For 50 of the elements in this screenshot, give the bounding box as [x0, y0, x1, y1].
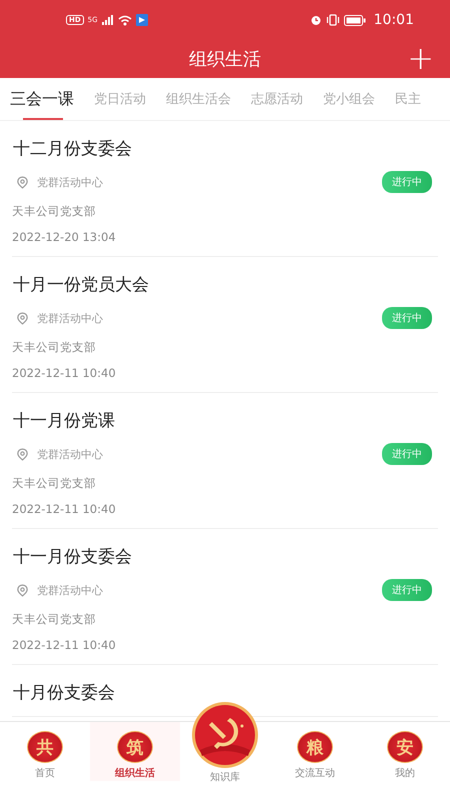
branch-name: 天丰公司党支部 — [12, 340, 96, 355]
status-badge: 进行中 — [382, 171, 432, 193]
location-icon — [16, 312, 29, 324]
branch-name: 天丰公司党支部 — [12, 476, 96, 491]
battery-icon — [344, 14, 366, 26]
seal-icon: 共 — [27, 731, 63, 763]
alarm-icon — [310, 14, 322, 26]
meeting-title[interactable]: 十一月份党课 — [12, 409, 115, 432]
seal-icon: 粮 — [297, 731, 333, 763]
nav-item[interactable]: 知识库 — [180, 700, 270, 785]
tab[interactable]: 党小组会 — [312, 80, 384, 118]
nav-item[interactable]: 安 我的 — [360, 722, 450, 781]
location-text: 党群活动中心 — [37, 582, 104, 598]
clock-time: 10:01 — [374, 12, 414, 28]
branch-name: 天丰公司党支部 — [12, 612, 96, 627]
vibrate-icon — [326, 14, 340, 26]
nav-item[interactable]: 共 首页 — [0, 722, 90, 781]
meeting-title[interactable]: 十月一份党员大会 — [12, 273, 149, 296]
add-button[interactable]: + — [403, 42, 438, 74]
status-badge: 进行中 — [382, 579, 432, 601]
seal-icon: 安 — [387, 731, 423, 763]
emblem-icon — [190, 700, 260, 770]
tab[interactable]: 党日活动 — [83, 80, 155, 118]
tab[interactable]: 组织生活会 — [155, 80, 240, 118]
meeting-time: 2022-12-11 10:40 — [12, 502, 116, 516]
wifi-icon — [118, 14, 132, 26]
meeting-title[interactable]: 十一月份支委会 — [12, 545, 132, 568]
tab[interactable]: 三会一课 — [0, 78, 83, 120]
location-text: 党群活动中心 — [37, 310, 104, 326]
page-title: 组织生活 — [189, 48, 261, 71]
meeting-time: 2022-12-20 13:04 — [12, 230, 116, 244]
signal-icon — [102, 15, 114, 25]
app-icon — [136, 14, 148, 26]
status-badge: 进行中 — [382, 443, 432, 465]
status-badge: 进行中 — [382, 307, 432, 329]
meeting-title[interactable]: 十二月份支委会 — [12, 137, 132, 160]
meeting-time: 2022-12-11 10:40 — [12, 638, 116, 652]
location-icon — [16, 176, 29, 188]
tab[interactable]: 志愿活动 — [240, 80, 312, 118]
branch-name: 天丰公司党支部 — [12, 204, 96, 219]
meeting-time: 2022-12-11 10:40 — [12, 366, 116, 380]
location-icon — [16, 448, 29, 460]
location-text: 党群活动中心 — [37, 446, 104, 462]
nav-item[interactable]: 粮 交流互动 — [270, 722, 360, 781]
location-text: 党群活动中心 — [37, 174, 104, 190]
location-icon — [16, 584, 29, 596]
nav-item[interactable]: 筑 组织生活 — [90, 722, 180, 781]
seal-icon: 筑 — [117, 731, 153, 763]
tab[interactable]: 民主 — [384, 80, 430, 118]
meeting-title[interactable]: 十月份支委会 — [12, 681, 115, 704]
